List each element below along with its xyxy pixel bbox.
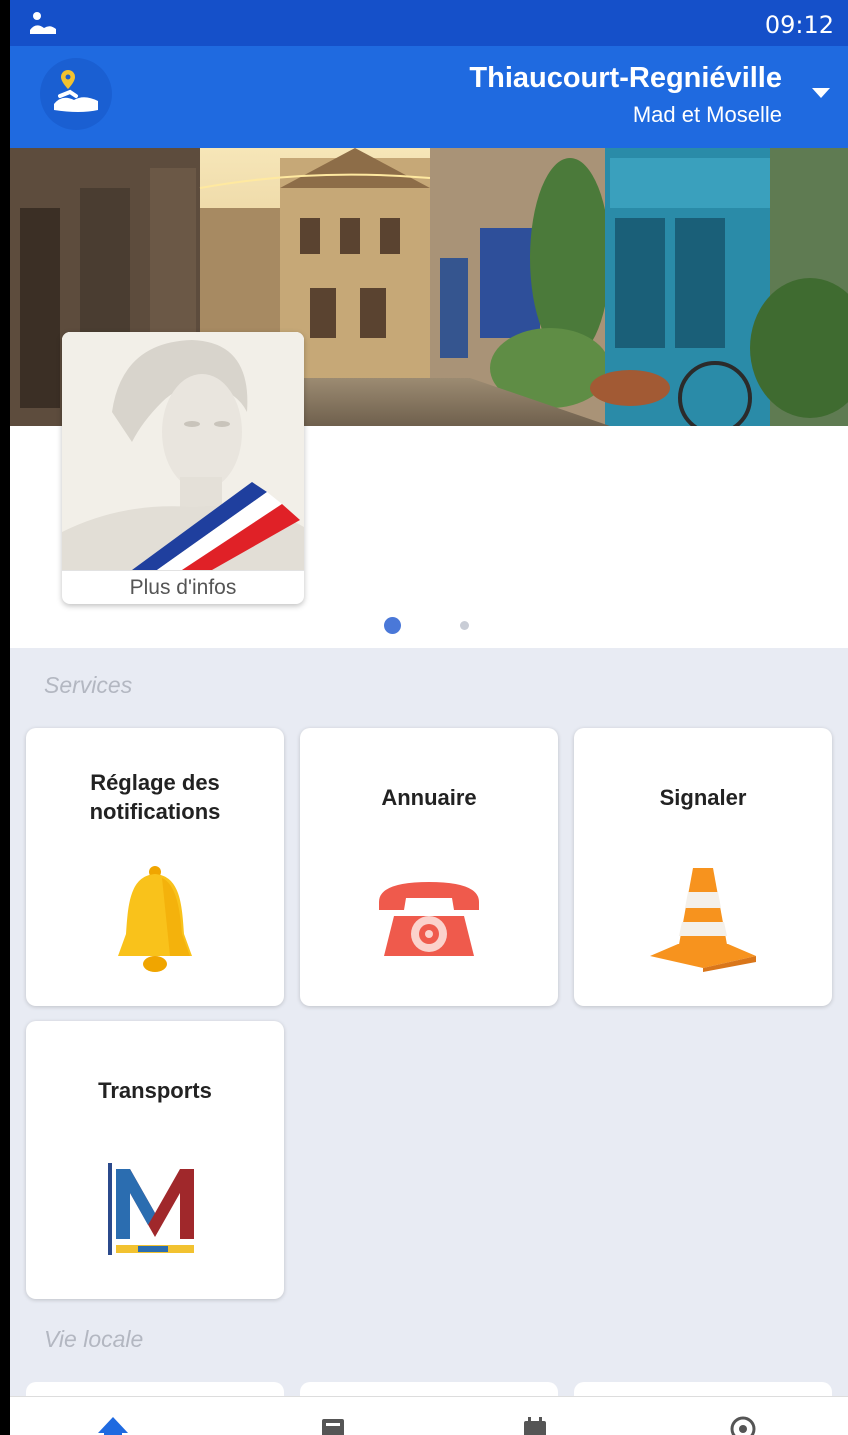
marianne-bust-image (62, 332, 304, 570)
bell-icon (118, 866, 192, 972)
map-pin-hand-icon (54, 70, 98, 112)
app-logo (40, 58, 112, 130)
tile-label: Réglage des notifications (89, 770, 221, 824)
traffic-cone-icon (650, 868, 756, 972)
news-carousel[interactable]: Plus d'infos (10, 148, 848, 648)
tile-label: Transports (98, 1078, 212, 1103)
tile-report[interactable]: Signaler (574, 728, 832, 1006)
app-notification-icon (30, 12, 56, 34)
telephone-icon (379, 882, 479, 956)
bottom-navigation (10, 1396, 848, 1435)
calendar-icon[interactable] (520, 1415, 550, 1435)
tile-directory[interactable]: Annuaire (300, 728, 558, 1006)
carousel-dot-active[interactable] (384, 617, 401, 634)
news-icon[interactable] (318, 1415, 348, 1435)
tile-transports[interactable]: Transports (26, 1021, 284, 1299)
tile-notification-settings[interactable]: Réglage des notifications (26, 728, 284, 1006)
status-time: 09:12 (764, 11, 834, 39)
mayor-info-card[interactable]: Plus d'infos (62, 332, 304, 604)
help-icon[interactable] (728, 1415, 758, 1435)
tile-label: Annuaire (381, 785, 477, 810)
home-icon[interactable] (96, 1415, 130, 1435)
tile-label: Signaler (659, 785, 747, 810)
carousel-dot[interactable] (460, 621, 469, 630)
mad-moselle-logo (108, 1163, 194, 1255)
more-info-link[interactable]: Plus d'infos (62, 570, 304, 604)
services-section-title: Services (44, 672, 133, 698)
town-name: Thiaucourt-Regniéville (469, 62, 782, 94)
app-screen: 09:12 Thiaucourt-Regniéville Mad et Mose… (10, 0, 848, 1435)
carousel-pagination (10, 616, 848, 636)
region-name: Mad et Moselle (632, 102, 782, 127)
vie-locale-section-title: Vie locale (44, 1326, 144, 1352)
status-bar: 09:12 (10, 0, 848, 46)
chevron-down-icon[interactable] (812, 88, 830, 98)
app-header[interactable]: Thiaucourt-Regniéville Mad et Moselle (10, 46, 848, 148)
